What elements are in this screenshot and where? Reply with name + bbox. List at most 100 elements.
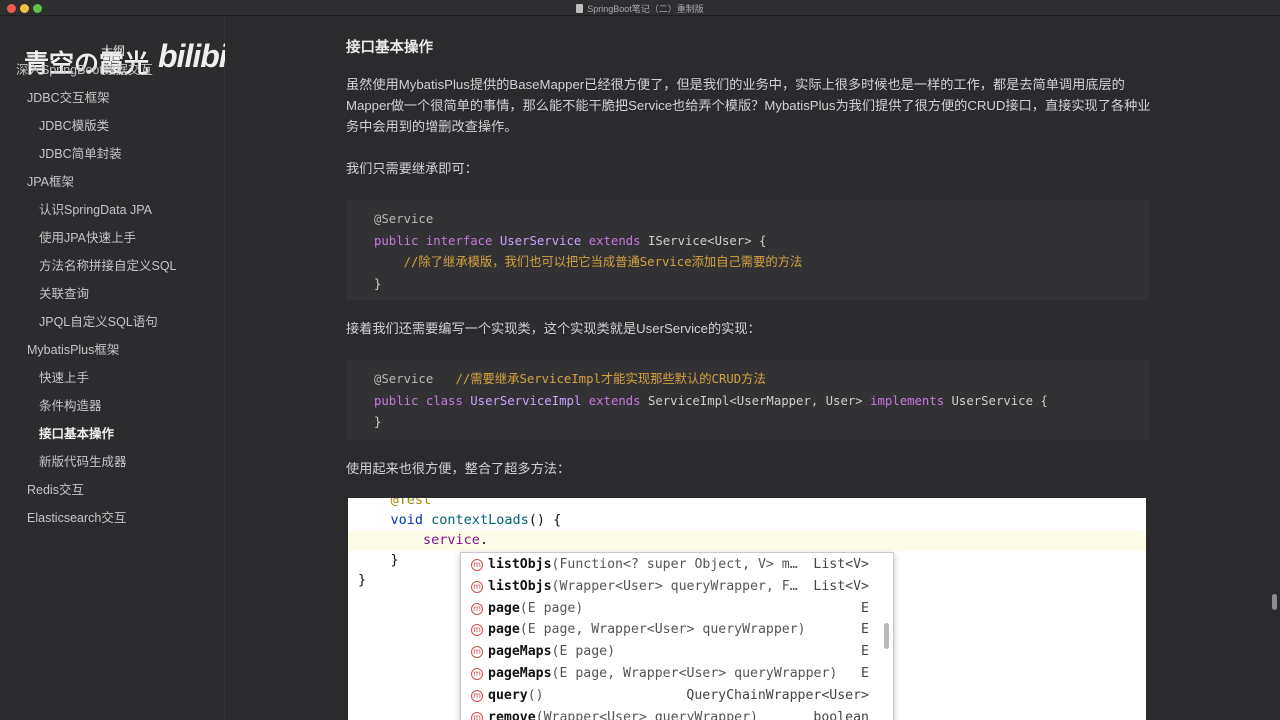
outline-item[interactable]: 使用JPA快速上手 (0, 224, 225, 252)
window-title: SpringBoot笔记（二）重制版 (0, 2, 1280, 15)
completion-item[interactable]: m pageMaps(E page, Wrapper<User> queryWra… (461, 663, 881, 685)
completion-params: () (527, 687, 544, 703)
ide-screenshot: @Test void contextLoads() { service. }} … (348, 498, 1146, 720)
code-block[interactable]: @Service //需要继承ServiceImpl才能实现那些默认的CRUD方… (346, 360, 1149, 440)
code-token: () { (528, 512, 562, 528)
completion-scrollbar[interactable] (884, 623, 889, 649)
paragraph: 接着我们还需要编写一个实现类，这个实现类就是UserService的实现： (346, 321, 761, 336)
completion-name: remove (488, 709, 536, 720)
document-area: 接口基本操作 虽然使用MybatisPlus提供的BaseMapper已经很方便… (225, 16, 1280, 720)
page-scrollbar[interactable] (1272, 594, 1277, 610)
code-token: public (374, 393, 419, 408)
code-comment: //需要继承ServiceImpl才能实现那些默认的CRUD方法 (455, 372, 766, 386)
method-icon: m (471, 711, 483, 720)
outline-sidebar: 青空の霞光 bilibili 大纲 深入SpringBoot数据交互 JDBC交… (0, 16, 243, 720)
completion-item[interactable]: m page(E page, Wrapper<User> queryWrapper… (461, 619, 881, 641)
code-token: class (425, 393, 463, 408)
outline-item[interactable]: 深入SpringBoot数据交互 (0, 56, 225, 84)
completion-item[interactable]: m query() QueryChainWrapper<User> (461, 685, 881, 707)
method-icon: m (471, 624, 483, 637)
completion-item[interactable]: m remove(Wrapper<User> queryWrapper) boole… (461, 707, 881, 720)
completion-return: List<V> (813, 557, 869, 572)
outline-item[interactable]: JDBC模版类 (0, 112, 225, 140)
completion-name: page (488, 600, 520, 616)
paragraph: 虽然使用MybatisPlus提供的BaseMapper已经很方便了，但是我们的… (346, 77, 1151, 134)
outline-item[interactable]: 快速上手 (0, 364, 225, 392)
completion-name: pageMaps (488, 644, 552, 660)
code-token: void (390, 512, 424, 528)
code-token: @Test (390, 498, 432, 508)
completion-item[interactable]: m listObjs(Function<? super Object, V> m…… (461, 554, 881, 576)
completion-name: pageMaps (488, 666, 552, 681)
code-token: @Service (374, 372, 434, 386)
code-token: } (390, 552, 399, 568)
code-token: contextLoads (431, 512, 529, 528)
completion-params: (Wrapper<User> queryWrapper) (535, 709, 758, 720)
code-token: } (374, 415, 382, 429)
code-token: service (423, 532, 480, 548)
completion-item[interactable]: m page(E page) E (461, 598, 881, 620)
outline-item[interactable]: 方法名称拼接自定义SQL (0, 252, 225, 280)
completion-params: (Function<? super Object, V> m… (551, 557, 798, 572)
completion-item[interactable]: m pageMaps(E page) E (461, 641, 881, 663)
completion-return: E (861, 622, 869, 638)
code-token: } (374, 276, 382, 291)
outline-item[interactable]: JPQL自定义SQL语句 (0, 308, 225, 336)
code-token: extends (588, 393, 641, 408)
code-token: public (374, 233, 419, 248)
completion-name: listObjs (488, 557, 552, 572)
completion-name: query (488, 687, 528, 703)
code-token: @Service (374, 212, 434, 226)
completion-params: (E page, Wrapper<User> queryWrapper) (551, 666, 838, 681)
code-token: ServiceImpl<UserMapper, User> (647, 393, 863, 408)
code-block[interactable]: @Service public interface UserService ex… (346, 200, 1149, 300)
code-token: . (479, 532, 489, 548)
code-token: extends (588, 233, 641, 248)
completion-return: E (861, 666, 869, 681)
document-icon (576, 4, 584, 13)
outline-item[interactable]: MybatisPlus框架 (0, 336, 225, 364)
completion-params: (E page) (551, 644, 616, 660)
completion-params: (E page) (519, 600, 584, 616)
outline-item[interactable]: 新版代码生成器 (0, 448, 225, 476)
completion-return: E (861, 644, 869, 660)
outline-item[interactable]: 认识SpringData JPA (0, 196, 225, 224)
completion-popup[interactable]: m listObjs(Function<? super Object, V> m…… (460, 552, 894, 720)
paragraph: 我们只需要继承即可： (346, 161, 478, 176)
outline-item[interactable]: Redis交互 (0, 476, 225, 504)
window-titlebar: SpringBoot笔记（二）重制版 (0, 0, 1280, 16)
code-token: UserServiceImpl (470, 393, 582, 408)
method-icon: m (471, 668, 483, 680)
outline-item[interactable]: JDBC简单封装 (0, 140, 225, 168)
code-token: } (358, 572, 367, 588)
completion-params: (E page, Wrapper<User> queryWrapper) (519, 622, 806, 638)
method-icon: m (471, 689, 483, 702)
completion-return: E (861, 600, 869, 616)
outline-item[interactable]: 关联查询 (0, 280, 225, 308)
outline-item-active[interactable]: 接口基本操作 (0, 420, 225, 448)
outline-item[interactable]: JDBC交互框架 (0, 84, 225, 112)
method-icon: m (471, 646, 483, 659)
outline-item[interactable]: 条件构造器 (0, 392, 225, 420)
code-token: UserService (499, 233, 582, 248)
completion-name: listObjs (488, 578, 552, 594)
completion-return: List<V> (813, 578, 869, 594)
completion-return: QueryChainWrapper<User> (686, 687, 869, 703)
paragraph: 使用起来也很方便，整合了超多方法： (346, 461, 571, 476)
completion-item[interactable]: m listObjs(Wrapper<User> queryWrapper, F…… (461, 576, 881, 598)
outline-item[interactable]: JPA框架 (0, 168, 225, 196)
outline-list: 深入SpringBoot数据交互 JDBC交互框架 JDBC模版类 JDBC简单… (0, 56, 225, 532)
method-icon: m (471, 580, 483, 593)
completion-name: page (488, 622, 520, 638)
code-token: IService<User> { (647, 233, 767, 248)
code-comment: //除了继承模版，我们也可以把它当成普通Service添加自己需要的方法 (403, 255, 803, 269)
completion-params: (Wrapper<User> queryWrapper, F… (551, 578, 798, 594)
section-heading: 接口基本操作 (346, 40, 433, 56)
code-token: interface (425, 233, 493, 248)
method-icon: m (471, 559, 483, 571)
method-icon: m (471, 602, 483, 615)
code-token: UserService { (951, 393, 1048, 408)
completion-return: boolean (813, 709, 869, 720)
code-token: implements (870, 393, 945, 408)
outline-item[interactable]: Elasticsearch交互 (0, 504, 225, 532)
